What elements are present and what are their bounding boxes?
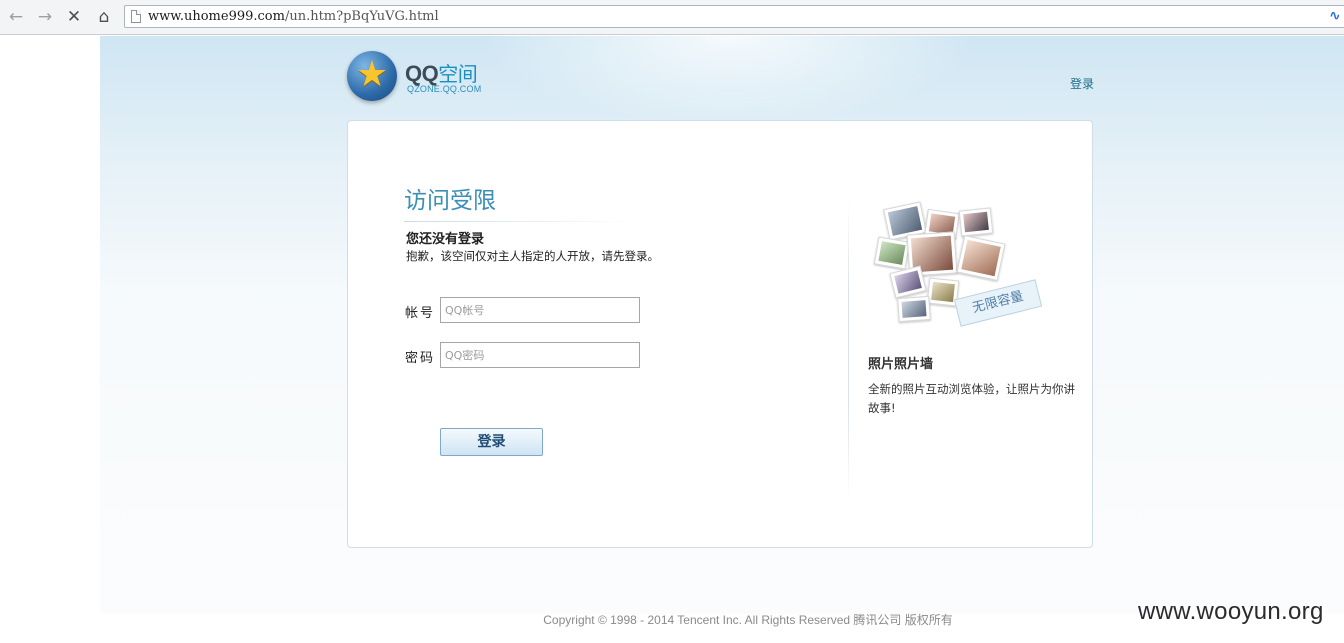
browser-toolbar: ← → ✕ ⌂ www.uhome999.com/un.htm?pBqYuVG.… <box>0 0 1344 35</box>
account-input[interactable] <box>440 297 640 323</box>
home-icon[interactable]: ⌂ <box>93 6 115 28</box>
collage-photo <box>889 265 927 299</box>
feature-title: 照片照片墙 <box>868 357 934 372</box>
password-input[interactable] <box>440 342 640 368</box>
page-title: 访问受限 <box>404 188 496 214</box>
unlimited-capacity-stamp: 无限容量 <box>953 279 1043 327</box>
access-card: 访问受限 您还没有登录 抱歉，该空间仅对主人指定的人开放，请先登录。 帐号 密码… <box>347 120 1093 548</box>
qzone-page: ★ QQ空间 QZONE.QQ.COM 登录 访问受限 您还没有登录 抱歉，该空… <box>100 36 1344 627</box>
copyright-footer: Copyright © 1998 - 2014 Tencent Inc. All… <box>543 613 953 627</box>
logo-main: QQ <box>405 61 439 86</box>
account-label: 帐号 <box>405 306 436 321</box>
collage-photo <box>873 236 911 270</box>
extension-icon[interactable]: ∿ <box>1329 8 1341 24</box>
notice-heading: 您还没有登录 <box>406 232 485 247</box>
collage-photo <box>956 235 1006 281</box>
watermark-text: www.wooyun.org <box>1138 598 1324 625</box>
page-icon <box>131 10 141 23</box>
back-arrow-icon[interactable]: ← <box>5 6 27 28</box>
logo-text: QQ空间 <box>405 58 478 87</box>
feature-description: 全新的照片互动浏览体验，让照片为你讲故事! <box>868 382 1075 415</box>
password-label: 密码 <box>405 351 436 366</box>
logo-cn: 空间 <box>438 64 478 86</box>
title-divider <box>404 221 634 222</box>
login-button[interactable]: 登录 <box>440 428 543 456</box>
forward-arrow-icon[interactable]: → <box>34 6 56 28</box>
url-text: www.uhome999.com/un.htm?pBqYuVG.html <box>148 9 439 24</box>
stop-icon[interactable]: ✕ <box>63 6 85 28</box>
header-login-link[interactable]: 登录 <box>1070 75 1094 92</box>
collage-photo <box>897 295 931 323</box>
notice-text: 抱歉，该空间仅对主人指定的人开放，请先登录。 <box>406 249 659 263</box>
qzone-logo-icon: ★ <box>347 51 397 101</box>
url-host: www.uhome999.com <box>148 9 285 24</box>
url-path: /un.htm?pBqYuVG.html <box>284 9 439 24</box>
photo-collage-image: 无限容量 <box>868 197 1043 332</box>
address-bar[interactable]: www.uhome999.com/un.htm?pBqYuVG.html <box>124 5 1344 28</box>
header-glow <box>480 36 980 126</box>
collage-photo <box>958 207 994 237</box>
column-divider <box>848 199 849 499</box>
logo-subtitle: QZONE.QQ.COM <box>407 84 482 94</box>
